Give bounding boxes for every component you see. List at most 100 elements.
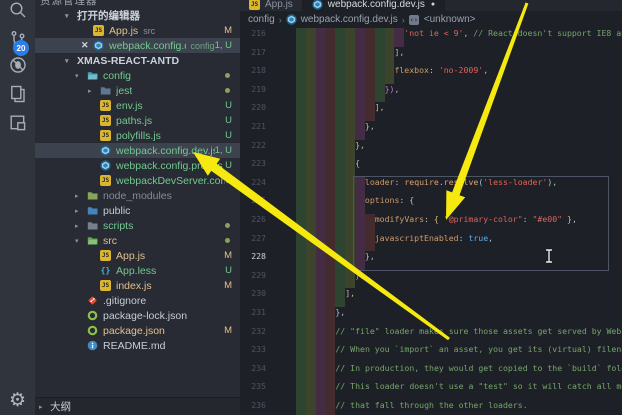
chevron-right-icon: ▸: [39, 403, 50, 411]
indent-guide: [296, 270, 306, 289]
code-line-229[interactable]: 229},: [240, 270, 622, 289]
breadcrumb-separator: ›: [279, 15, 282, 25]
code-line-235[interactable]: 235// This loader doesn't use a "test" s…: [240, 381, 622, 400]
indent-guide: [316, 102, 326, 121]
breadcrumb-item-<unknown>[interactable]: ‹›<unknown>: [409, 14, 476, 25]
dirty-indicator[interactable]: ●: [431, 1, 435, 8]
open-editor-App.js[interactable]: JSApp.jssrcM: [35, 23, 240, 38]
indent-guide: [306, 307, 316, 326]
code-line-216[interactable]: 216'not ie < 9', // React doesn't suppor…: [240, 28, 622, 47]
code-line-230[interactable]: 230],: [240, 288, 622, 307]
indent-guide: [355, 214, 365, 233]
indent-guide: [326, 307, 336, 326]
code-line-234[interactable]: 234// In production, they would get copi…: [240, 363, 622, 382]
tab-App.js[interactable]: JSApp.js: [240, 0, 303, 11]
code-line-221[interactable]: 221},: [240, 121, 622, 140]
indent-guide: [316, 400, 326, 415]
settings-gear-icon[interactable]: ⚙: [0, 389, 35, 412]
tree-item-env.js[interactable]: JSenv.jsU: [35, 98, 240, 113]
tree-item-.gitignore[interactable]: .gitignore: [35, 293, 240, 308]
open-editors-header[interactable]: ▾打开的编辑器: [35, 8, 240, 23]
workspace-root-header[interactable]: ▾XMAS-REACT-ANTD: [35, 53, 240, 68]
code-line-236[interactable]: 236// that fall through the other loader…: [240, 400, 622, 415]
indent-guide: [296, 307, 306, 326]
code-line-233[interactable]: 233// When you `import` an asset, you ge…: [240, 344, 622, 363]
activity-files-button[interactable]: [0, 81, 35, 107]
activity-extensions-button[interactable]: [0, 110, 35, 136]
git-status-badge: 1, U: [215, 40, 232, 51]
indent-guide: [326, 177, 336, 196]
code-line-219[interactable]: 219}),: [240, 84, 622, 103]
explorer-sidebar: 资源管理器 ▾打开的编辑器JSApp.jssrcM✕webpack.config…: [35, 0, 241, 415]
indent-guide: [345, 102, 355, 121]
tree-item-webpack.config.dev.js[interactable]: webpack.config.dev.js1, U: [35, 143, 240, 158]
code-line-220[interactable]: 220],: [240, 102, 622, 121]
tree-item-config[interactable]: ▾config: [35, 68, 240, 83]
tree-item-App.less[interactable]: {}App.lessU: [35, 263, 240, 278]
tree-item-package.json[interactable]: package.jsonM: [35, 323, 240, 338]
workspace-root-header-label: XMAS-REACT-ANTD: [77, 55, 179, 67]
chevron-icon[interactable]: ▾: [75, 237, 87, 245]
indent-guide: [316, 326, 326, 345]
activity-search-button[interactable]: [0, 0, 35, 23]
tree-item-webpack.config.prod.js[interactable]: webpack.config.prod.jsU: [35, 158, 240, 173]
indent-guide: [306, 65, 316, 84]
tree-item-public[interactable]: ▸public: [35, 203, 240, 218]
indent-guide: [335, 47, 345, 66]
chevron-icon[interactable]: ▸: [75, 192, 87, 200]
code-line-225[interactable]: 225options: {: [240, 195, 622, 214]
outline-section-header[interactable]: ▸ 大纲: [35, 397, 240, 415]
indent-guide: [335, 158, 345, 177]
folder-icon: [100, 85, 111, 96]
tree-item-src[interactable]: ▾src: [35, 233, 240, 248]
indent-guide: [316, 270, 326, 289]
open-editor-webpack.config.dev.js[interactable]: ✕webpack.config.dev.jsconfig1, U: [35, 38, 240, 53]
code-line-226[interactable]: 226modifyVars: { "@primary-color": "#e00…: [240, 214, 622, 233]
code-line-228[interactable]: 228},: [240, 251, 622, 270]
tree-item-jest[interactable]: ▸jest: [35, 83, 240, 98]
indent-guide: [335, 233, 345, 252]
code-line-231[interactable]: 231},: [240, 307, 622, 326]
chevron-icon[interactable]: ▾: [75, 72, 87, 80]
tree-item-scripts[interactable]: ▸scripts: [35, 218, 240, 233]
tree-item-webpackDevServer.config.js[interactable]: JSwebpackDevServer.config.jsU: [35, 173, 240, 188]
tree-item-App.js[interactable]: JSApp.jsM: [35, 248, 240, 263]
tree-item-package-lock.json[interactable]: package-lock.json: [35, 308, 240, 323]
code-line-223[interactable]: 223{: [240, 158, 622, 177]
git-dot-badge: [225, 238, 230, 243]
indent-guide: [296, 288, 306, 307]
tree-item-index.js[interactable]: JSindex.jsM: [35, 278, 240, 293]
chevron-icon[interactable]: ▸: [88, 87, 100, 95]
indent-guide: [375, 84, 385, 103]
tree-item-paths.js[interactable]: JSpaths.jsU: [35, 113, 240, 128]
code-line-217[interactable]: 217],: [240, 47, 622, 66]
close-icon[interactable]: ✕: [81, 40, 93, 51]
line-number: 231: [240, 307, 272, 326]
code-line-232[interactable]: 232// "file" loader makes sure those ass…: [240, 326, 622, 345]
indent-guide: [306, 102, 316, 121]
chevron-icon[interactable]: ▸: [75, 207, 87, 215]
code-line-218[interactable]: 218flexbox: 'no-2009',: [240, 65, 622, 84]
indent-guide: [385, 28, 395, 47]
chevron-icon[interactable]: ▸: [75, 222, 87, 230]
tree-item-polyfills.js[interactable]: JSpolyfills.jsU: [35, 128, 240, 143]
indent-guide: [326, 233, 336, 252]
activity-debug-button[interactable]: [0, 52, 35, 78]
tree-item-README.md[interactable]: README.md: [35, 338, 240, 353]
code-line-224[interactable]: 224loader: require.resolve('less-loader'…: [240, 177, 622, 196]
indent-guide: [306, 326, 316, 345]
tab-webpack.config.dev.js[interactable]: webpack.config.dev.js●: [303, 0, 445, 11]
indent-guide: [306, 84, 316, 103]
indent-guide: [345, 270, 355, 289]
breadcrumb-item-webpack.config.dev.js[interactable]: webpack.config.dev.js: [286, 14, 398, 25]
tree-item-node_modules[interactable]: ▸node_modules: [35, 188, 240, 203]
code-line-227[interactable]: 227javascriptEnabled: true,: [240, 233, 622, 252]
symbol-icon: ‹›: [409, 15, 419, 25]
code-line-222[interactable]: 222},: [240, 140, 622, 159]
search-icon: [8, 0, 28, 20]
indent-guide: [296, 177, 306, 196]
indent-guide: [316, 158, 326, 177]
breadcrumb-item-config[interactable]: config: [248, 14, 275, 25]
indent-guide: [335, 140, 345, 159]
indent-guide: [306, 140, 316, 159]
